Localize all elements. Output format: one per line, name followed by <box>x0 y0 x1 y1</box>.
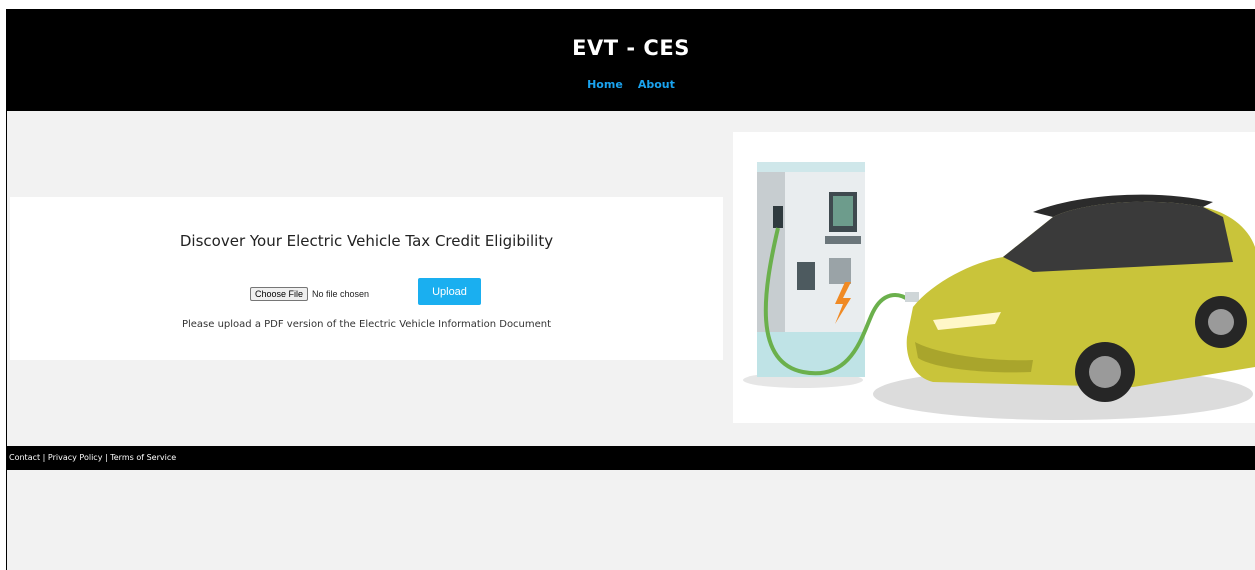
footer-separator: | <box>40 453 48 462</box>
upload-card: Discover Your Electric Vehicle Tax Credi… <box>10 197 723 360</box>
page-heading: Discover Your Electric Vehicle Tax Credi… <box>179 232 554 250</box>
charger-plug <box>905 292 919 302</box>
file-input[interactable]: Choose File No file chosen <box>250 287 369 301</box>
station-socket <box>773 206 783 228</box>
footer-privacy-link[interactable]: Privacy Policy <box>48 453 103 462</box>
station-top <box>757 162 865 172</box>
site-title: EVT - CES <box>572 36 690 60</box>
ev-charging-svg <box>743 162 1255 420</box>
front-rim <box>1089 356 1121 388</box>
choose-file-button[interactable]: Choose File <box>250 287 309 301</box>
upload-button[interactable]: Upload <box>418 278 481 305</box>
upload-hint: Please upload a PDF version of the Elect… <box>181 319 552 330</box>
nav-home-link[interactable]: Home <box>587 78 623 91</box>
station-card-slot <box>829 258 851 284</box>
nav-about-link[interactable]: About <box>638 78 675 91</box>
footer-links: Contact | Privacy Policy | Terms of Serv… <box>9 453 176 462</box>
site-footer: Contact | Privacy Policy | Terms of Serv… <box>7 446 1255 470</box>
main-nav: Home About <box>7 78 1255 91</box>
page: EVT - CES Home About Discover Your Elect… <box>7 9 1255 570</box>
station-base <box>757 332 865 377</box>
station-keypad <box>825 236 861 244</box>
footer-contact-link[interactable]: Contact <box>9 453 40 462</box>
ev-charging-illustration <box>733 132 1255 423</box>
rear-rim <box>1208 309 1234 335</box>
file-status: No file chosen <box>312 289 370 299</box>
site-header: EVT - CES Home About <box>7 9 1255 111</box>
station-plug-holder <box>797 262 815 290</box>
station-screen-inner <box>833 196 853 226</box>
footer-terms-link[interactable]: Terms of Service <box>110 453 176 462</box>
